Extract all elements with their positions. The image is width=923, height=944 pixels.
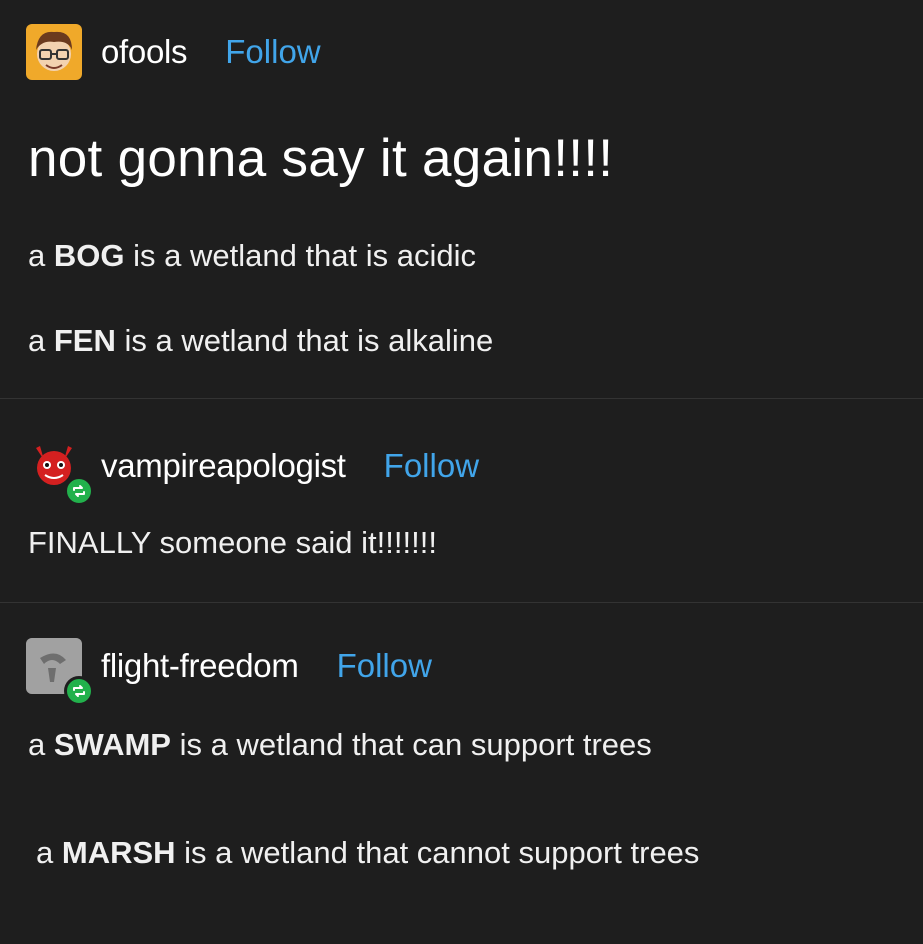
line-rest: is a wetland that can support trees bbox=[179, 727, 652, 762]
line-rest: is a wetland that is acidic bbox=[133, 238, 477, 273]
reblog-icon bbox=[64, 676, 94, 706]
line-article: a bbox=[28, 323, 46, 358]
username[interactable]: vampireapologist bbox=[101, 447, 346, 485]
follow-button[interactable]: Follow bbox=[384, 447, 479, 485]
divider bbox=[0, 602, 923, 603]
post-title: not gonna say it again!!!! bbox=[28, 129, 614, 188]
avatar[interactable] bbox=[26, 438, 94, 506]
follow-button[interactable]: Follow bbox=[337, 647, 432, 685]
line-keyword: MARSH bbox=[61, 835, 176, 870]
post-header-vampireapologist: vampireapologist Follow bbox=[26, 438, 479, 506]
line-keyword: SWAMP bbox=[53, 727, 171, 762]
username[interactable]: ofools bbox=[101, 33, 188, 71]
post-text-line: FINALLY someone said it!!!!!!! bbox=[28, 525, 437, 560]
follow-button[interactable]: Follow bbox=[225, 33, 320, 71]
line-article: a bbox=[28, 727, 46, 762]
line-rest: is a wetland that is alkaline bbox=[124, 323, 494, 358]
face-with-glasses-avatar-icon bbox=[26, 24, 82, 80]
post-text-line: a BOG is a wetland that is acidic bbox=[28, 238, 476, 274]
post-header-ofools: ofools Follow bbox=[26, 24, 321, 80]
post-text-line: a SWAMP is a wetland that can support tr… bbox=[28, 727, 652, 763]
post-text-line: a FEN is a wetland that is alkaline bbox=[28, 323, 493, 359]
post-header-flight-freedom: flight-freedom Follow bbox=[26, 638, 432, 706]
line-article: a bbox=[36, 835, 54, 870]
username[interactable]: flight-freedom bbox=[101, 647, 299, 685]
line-rest: is a wetland that cannot support trees bbox=[184, 835, 700, 870]
divider bbox=[0, 398, 923, 399]
avatar[interactable] bbox=[26, 24, 82, 80]
post-text-line: a MARSH is a wetland that cannot support… bbox=[36, 835, 699, 871]
line-article: a bbox=[28, 238, 46, 273]
avatar[interactable] bbox=[26, 638, 94, 706]
reblog-icon bbox=[64, 476, 94, 506]
line-keyword: FEN bbox=[53, 323, 116, 358]
line-keyword: BOG bbox=[53, 238, 125, 273]
